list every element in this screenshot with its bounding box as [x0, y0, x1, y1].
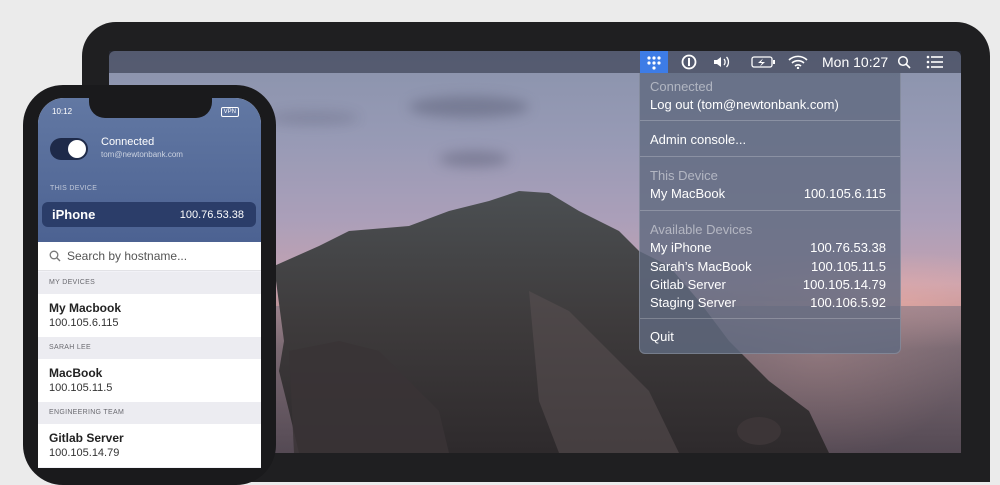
tailscale-menu-button[interactable] — [640, 51, 668, 73]
connection-status: Connected — [101, 136, 155, 148]
section-header: SARAH LEE — [38, 337, 261, 359]
menu-separator — [640, 120, 900, 121]
phone-screen: 10:12 VPN Connected tom@newtonbank.com T… — [38, 98, 261, 468]
control-center-icon[interactable] — [924, 51, 946, 73]
available-device-item[interactable]: My iPhone 100.76.53.38 — [650, 240, 886, 256]
this-device-menu-item[interactable]: My MacBook 100.105.6.115 — [650, 186, 886, 202]
connection-toggle[interactable] — [50, 138, 88, 160]
search-icon — [49, 250, 61, 262]
menu-separator — [640, 318, 900, 319]
phone-header: 10:12 VPN Connected tom@newtonbank.com T… — [38, 98, 261, 242]
password-manager-icon[interactable] — [678, 51, 700, 73]
menu-separator — [640, 156, 900, 157]
tailscale-dropdown-menu: Connected Log out (tom@newtonbank.com) A… — [639, 73, 901, 354]
search-placeholder: Search by hostname... — [67, 249, 188, 263]
available-device-item[interactable]: Staging Server 100.106.5.92 — [650, 295, 886, 311]
phone-status-time: 10:12 — [52, 107, 73, 116]
section-header: ENGINEERING TEAM — [38, 402, 261, 424]
list-item[interactable]: My Macbook 100.105.6.115 — [38, 294, 261, 337]
volume-icon[interactable] — [710, 51, 734, 73]
battery-icon[interactable] — [750, 51, 778, 73]
tailscale-icon — [647, 56, 661, 70]
menu-bar-clock[interactable]: Mon 10:27 — [822, 53, 888, 71]
available-device-item[interactable]: Sarah’s MacBook 100.105.11.5 — [650, 259, 886, 275]
this-device-name: iPhone — [52, 207, 96, 222]
logout-menu-item[interactable]: Log out (tom@newtonbank.com) — [650, 97, 886, 113]
section-header: MY DEVICES — [38, 272, 261, 294]
quit-menu-item[interactable]: Quit — [650, 329, 886, 345]
available-device-item[interactable]: Gitlab Server 100.105.14.79 — [650, 277, 886, 293]
this-device-header: This Device — [650, 168, 718, 183]
search-input[interactable]: Search by hostname... — [38, 242, 261, 271]
available-devices-header: Available Devices — [650, 222, 753, 237]
vpn-badge: VPN — [220, 107, 239, 117]
admin-console-menu-item[interactable]: Admin console... — [650, 132, 886, 148]
list-item[interactable]: Gitlab Server 100.105.14.79 — [38, 424, 261, 467]
wifi-icon[interactable] — [786, 51, 810, 73]
list-item[interactable]: MacBook 100.105.11.5 — [38, 359, 261, 402]
account-email: tom@newtonbank.com — [101, 150, 183, 159]
search-icon[interactable] — [894, 51, 914, 73]
toggle-knob — [68, 140, 86, 158]
this-device-card[interactable]: iPhone 100.76.53.38 — [42, 202, 256, 227]
this-device-ip: 100.76.53.38 — [179, 209, 244, 221]
menu-separator — [640, 210, 900, 211]
connected-header: Connected — [650, 79, 713, 94]
phone-notch — [89, 98, 212, 118]
this-device-label: THIS DEVICE — [50, 185, 98, 192]
